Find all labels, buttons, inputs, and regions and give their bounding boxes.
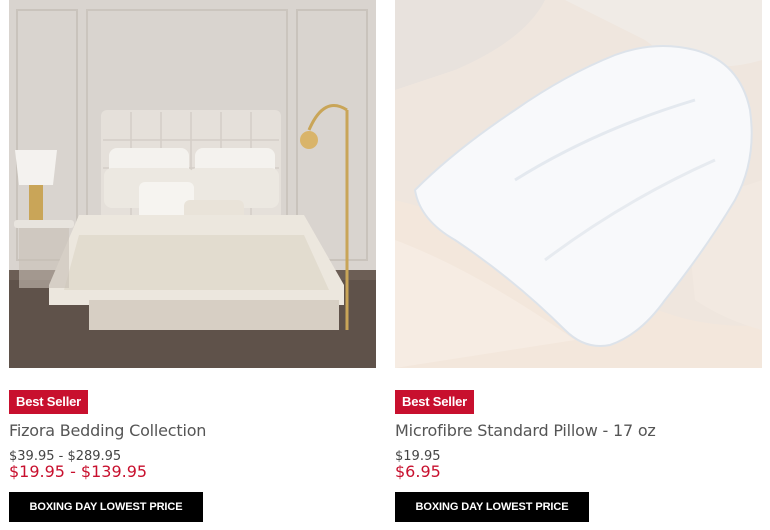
pillow-photo-icon [395,0,762,368]
best-seller-badge: Best Seller [395,390,475,414]
product-card-fizora[interactable]: Best Seller Fizora Bedding Collection $3… [9,0,376,530]
boxing-day-promo-button[interactable]: BOXING DAY LOWEST PRICE [9,492,203,522]
product-title[interactable]: Fizora Bedding Collection [9,421,206,440]
product-grid: Best Seller Fizora Bedding Collection $3… [0,0,770,530]
best-seller-badge: Best Seller [9,390,89,414]
boxing-day-promo-button[interactable]: BOXING DAY LOWEST PRICE [395,492,589,522]
sale-price: $6.95 [395,462,441,481]
bedroom-photo-icon [9,0,376,368]
product-image-pillow[interactable] [395,0,762,368]
product-title[interactable]: Microfibre Standard Pillow - 17 oz [395,421,656,440]
product-card-pillow[interactable]: Best Seller Microfibre Standard Pillow -… [395,0,762,530]
sale-price: $19.95 - $139.95 [9,462,148,481]
product-image-bedding[interactable] [9,0,376,368]
